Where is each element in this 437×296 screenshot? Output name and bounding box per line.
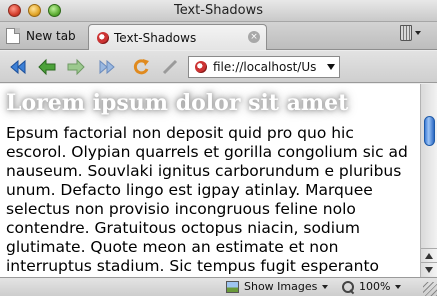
tab-label: Text-Shadows [114, 30, 197, 45]
arrow-down-icon [425, 267, 433, 273]
url-dropdown-icon[interactable] [327, 64, 335, 70]
page-heading: Lorem ipsum dolor sit amet [6, 90, 349, 116]
show-images-menu[interactable]: Show Images [226, 280, 329, 293]
images-icon [226, 280, 239, 293]
navigation-toolbar: file://localhost/Us [0, 51, 437, 83]
forward-button[interactable] [66, 57, 86, 77]
reload-button[interactable] [131, 57, 151, 77]
tab-close-icon[interactable]: × [248, 31, 260, 43]
browser-window: Text-Shadows New tab Text-Shadows × file… [0, 0, 437, 296]
back-icon [10, 59, 26, 75]
fast-forward-button[interactable] [97, 57, 117, 77]
new-tab-icon [6, 28, 20, 44]
scroll-thumb[interactable] [424, 116, 435, 146]
scroll-down-button[interactable] [421, 262, 437, 276]
title-bar[interactable]: Text-Shadows [0, 0, 437, 22]
back-button[interactable] [37, 57, 57, 77]
zoom-menu[interactable]: 100% [342, 280, 402, 293]
arrow-up-icon [425, 253, 433, 259]
window-title: Text-Shadows [173, 3, 264, 18]
scroll-up-button[interactable] [421, 248, 437, 262]
tab-favicon-icon [97, 31, 109, 44]
zoom-label: 100% [359, 280, 391, 293]
rewind-button[interactable] [8, 57, 28, 77]
status-bar: Show Images 100% [0, 277, 437, 296]
chevron-down-icon [415, 31, 421, 35]
tab-bar: New tab Text-Shadows × [0, 22, 437, 50]
trash-menu-button[interactable] [400, 25, 421, 41]
edit-icon [162, 59, 178, 75]
url-text: file://localhost/Us [213, 60, 317, 74]
chevron-down-icon [395, 284, 402, 289]
back-arrow-icon [38, 58, 56, 76]
edit-button[interactable] [160, 57, 180, 77]
fast-forward-icon [99, 59, 115, 75]
reload-icon [133, 59, 149, 75]
new-tab-button[interactable]: New tab [6, 26, 76, 46]
zoom-icon [342, 280, 354, 293]
tab-text-shadows[interactable]: Text-Shadows × [88, 24, 267, 50]
page-favicon-icon [195, 61, 207, 73]
show-images-label: Show Images [244, 280, 318, 293]
vertical-scrollbar[interactable] [420, 84, 437, 277]
url-field[interactable]: file://localhost/Us [188, 56, 340, 78]
chevron-down-icon [322, 284, 329, 289]
page-paragraph: Epsum factorial non deposit quid pro quo… [6, 124, 408, 275]
resize-grip[interactable] [423, 282, 437, 296]
forward-arrow-icon [67, 58, 85, 76]
page-content: Lorem ipsum dolor sit amet Epsum factori… [0, 84, 420, 277]
trash-icon [400, 25, 412, 41]
new-tab-label: New tab [26, 29, 76, 43]
